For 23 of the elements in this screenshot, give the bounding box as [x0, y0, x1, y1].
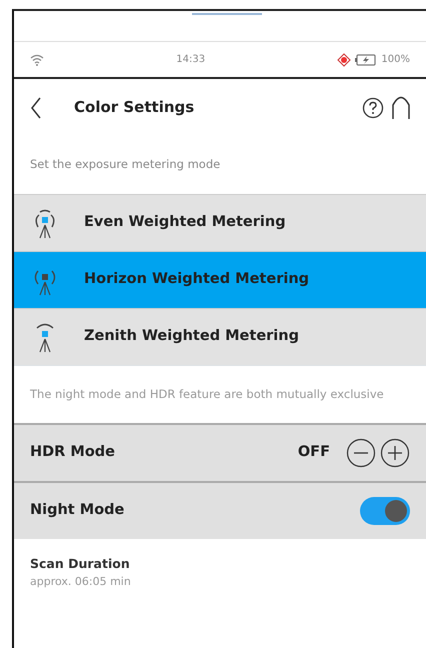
home-button[interactable] [392, 96, 410, 120]
toggle-switch[interactable] [360, 497, 410, 525]
page-title: Color Settings [74, 97, 196, 118]
help-button[interactable] [362, 96, 384, 118]
metering-option[interactable]: Zenith Weighted Metering [14, 308, 426, 365]
metering-hint: Set the exposure metering mode [30, 156, 220, 174]
battery-icon [355, 54, 378, 66]
wifi-icon [30, 54, 44, 66]
scan-value: approx. 06:05 min [30, 574, 132, 590]
metering-option[interactable]: Horizon Weighted Metering [14, 251, 426, 308]
battery-level: 100% [381, 53, 410, 67]
status-time: 14:33 [176, 53, 206, 67]
target-icon [337, 52, 352, 66]
metering-option[interactable]: Even Weighted Metering [14, 194, 426, 251]
scan-label: Scan Duration [30, 555, 131, 573]
back-button[interactable] [30, 96, 42, 118]
info-note: The night mode and HDR feature are both mutually exclusive [30, 386, 384, 403]
setting-value: OFF [298, 443, 330, 462]
setting-label: Night Mode [30, 501, 126, 520]
decrease-button[interactable] [346, 438, 376, 468]
setting-label: HDR Mode [30, 443, 116, 462]
increase-button[interactable] [380, 438, 410, 468]
tab-indicator [192, 13, 262, 15]
